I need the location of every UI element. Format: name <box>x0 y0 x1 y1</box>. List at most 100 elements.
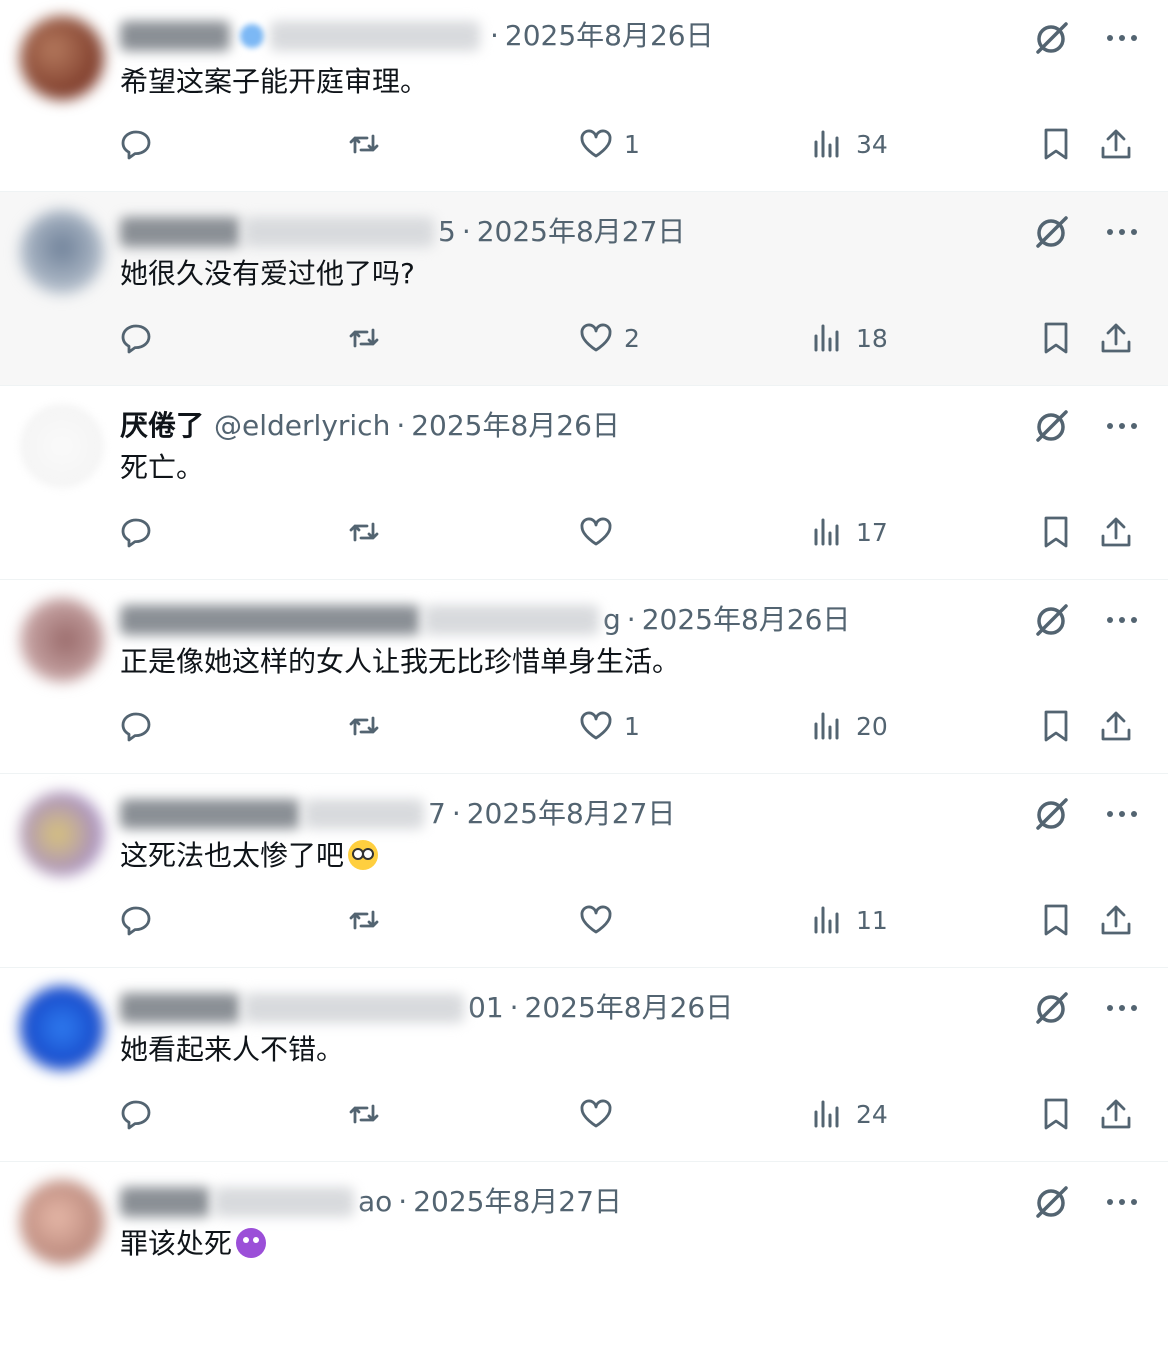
blurred-name[interactable] <box>120 993 240 1023</box>
views-icon <box>814 324 839 352</box>
blurred-name[interactable] <box>120 799 300 829</box>
reply-button[interactable] <box>118 314 164 362</box>
reply-button[interactable] <box>118 896 164 944</box>
views-button[interactable]: 18 <box>810 314 888 362</box>
like-button[interactable]: 2 <box>578 314 640 362</box>
bookmark-button[interactable] <box>1038 1090 1074 1138</box>
blurred-handle[interactable] <box>424 605 599 635</box>
tweet[interactable]: 厌倦了 @elderlyrich · 2025年8月26日 死亡。 17 <box>0 386 1168 580</box>
blurred-handle[interactable] <box>244 993 464 1023</box>
grok-icon[interactable] <box>1032 794 1072 834</box>
blurred-name[interactable] <box>120 217 240 247</box>
grok-icon[interactable] <box>1032 600 1072 640</box>
retweet-button[interactable] <box>346 120 392 168</box>
display-name[interactable]: 厌倦了 <box>120 408 204 444</box>
retweet-button[interactable] <box>346 1090 392 1138</box>
avatar[interactable] <box>20 404 104 488</box>
grok-icon[interactable] <box>1032 988 1072 1028</box>
tweet[interactable]: g · 2025年8月26日 正是像她这样的女人让我无比珍惜单身生活。 1 20 <box>0 580 1168 774</box>
blurred-name[interactable] <box>120 1187 210 1217</box>
like-button[interactable]: 1 <box>578 702 640 750</box>
like-button[interactable]: 1 <box>578 120 640 168</box>
avatar[interactable] <box>20 210 104 294</box>
handle-fragment[interactable]: 5 <box>438 214 456 250</box>
avatar[interactable] <box>20 1180 104 1264</box>
blurred-name[interactable] <box>120 21 230 51</box>
more-icon[interactable] <box>1106 988 1138 1028</box>
bookmark-button[interactable] <box>1038 896 1074 944</box>
user-handle[interactable]: @elderlyrich <box>214 408 390 444</box>
share-button[interactable] <box>1098 508 1134 556</box>
avatar[interactable] <box>20 986 104 1070</box>
handle-fragment[interactable]: g <box>603 602 621 638</box>
blurred-handle[interactable] <box>244 217 434 247</box>
tweet-date[interactable]: 2025年8月27日 <box>477 214 686 250</box>
views-count: 20 <box>856 711 888 741</box>
like-button[interactable] <box>578 508 624 556</box>
share-button[interactable] <box>1098 120 1134 168</box>
tweet-date[interactable]: 2025年8月26日 <box>505 18 714 54</box>
views-button[interactable]: 17 <box>810 508 888 556</box>
grok-icon[interactable] <box>1032 212 1072 252</box>
views-button[interactable]: 34 <box>810 120 888 168</box>
more-icon[interactable] <box>1106 1182 1138 1222</box>
reply-button[interactable] <box>118 120 164 168</box>
grok-icon[interactable] <box>1032 406 1072 446</box>
bookmark-icon <box>1044 322 1068 354</box>
blurred-handle[interactable] <box>214 1187 354 1217</box>
retweet-button[interactable] <box>346 314 392 362</box>
more-icon[interactable] <box>1106 600 1138 640</box>
bookmark-button[interactable] <box>1038 120 1074 168</box>
views-count: 24 <box>856 1099 888 1129</box>
separator: · <box>509 991 519 1024</box>
like-button[interactable] <box>578 896 624 944</box>
blurred-name[interactable] <box>120 605 420 635</box>
tweet-header: ao · 2025年8月27日 <box>120 1184 622 1220</box>
avatar[interactable] <box>20 792 104 876</box>
tweet[interactable]: ao · 2025年8月27日 罪该处死 <box>0 1162 1168 1356</box>
tweet[interactable]: · 2025年8月26日 希望这案子能开庭审理。 1 34 <box>0 0 1168 192</box>
more-icon[interactable] <box>1106 406 1138 446</box>
handle-fragment[interactable]: 7 <box>428 796 446 832</box>
reply-button[interactable] <box>118 702 164 750</box>
tweet[interactable]: 7 · 2025年8月27日 这死法也太惨了吧 11 <box>0 774 1168 968</box>
bookmark-button[interactable] <box>1038 702 1074 750</box>
views-button[interactable]: 11 <box>810 896 888 944</box>
tweet-text: 她看起来人不错。 <box>120 1033 345 1066</box>
handle-fragment[interactable]: ao <box>358 1184 392 1220</box>
more-icon[interactable] <box>1106 18 1138 58</box>
share-button[interactable] <box>1098 896 1134 944</box>
blurred-handle[interactable] <box>304 799 424 829</box>
share-button[interactable] <box>1098 1090 1134 1138</box>
reply-button[interactable] <box>118 1090 164 1138</box>
grok-icon[interactable] <box>1032 18 1072 58</box>
bookmark-button[interactable] <box>1038 508 1074 556</box>
grok-icon[interactable] <box>1032 1182 1072 1222</box>
tweet-header: 厌倦了 @elderlyrich · 2025年8月26日 <box>120 408 620 444</box>
tweet-date[interactable]: 2025年8月26日 <box>642 602 851 638</box>
views-button[interactable]: 24 <box>810 1090 888 1138</box>
retweet-button[interactable] <box>346 896 392 944</box>
handle-fragment[interactable]: 01 <box>468 990 504 1026</box>
reply-button[interactable] <box>118 508 164 556</box>
avatar[interactable] <box>20 16 104 100</box>
blurred-handle[interactable] <box>270 21 480 51</box>
share-button[interactable] <box>1098 314 1134 362</box>
views-button[interactable]: 20 <box>810 702 888 750</box>
bookmark-button[interactable] <box>1038 314 1074 362</box>
more-icon[interactable] <box>1106 794 1138 834</box>
retweet-button[interactable] <box>346 702 392 750</box>
like-button[interactable] <box>578 1090 624 1138</box>
tweet-date[interactable]: 2025年8月26日 <box>411 408 620 444</box>
tweet[interactable]: 5 · 2025年8月27日 她很久没有爱过他了吗? 2 18 <box>0 192 1168 386</box>
tweet[interactable]: 01 · 2025年8月26日 她看起来人不错。 24 <box>0 968 1168 1162</box>
tweet-date[interactable]: 2025年8月27日 <box>467 796 676 832</box>
retweet-button[interactable] <box>346 508 392 556</box>
tweet-header: g · 2025年8月26日 <box>120 602 850 638</box>
tweet-date[interactable]: 2025年8月26日 <box>525 990 734 1026</box>
share-button[interactable] <box>1098 702 1134 750</box>
share-icon <box>1101 129 1131 159</box>
more-icon[interactable] <box>1106 212 1138 252</box>
avatar[interactable] <box>20 598 104 682</box>
tweet-date[interactable]: 2025年8月27日 <box>413 1184 622 1220</box>
